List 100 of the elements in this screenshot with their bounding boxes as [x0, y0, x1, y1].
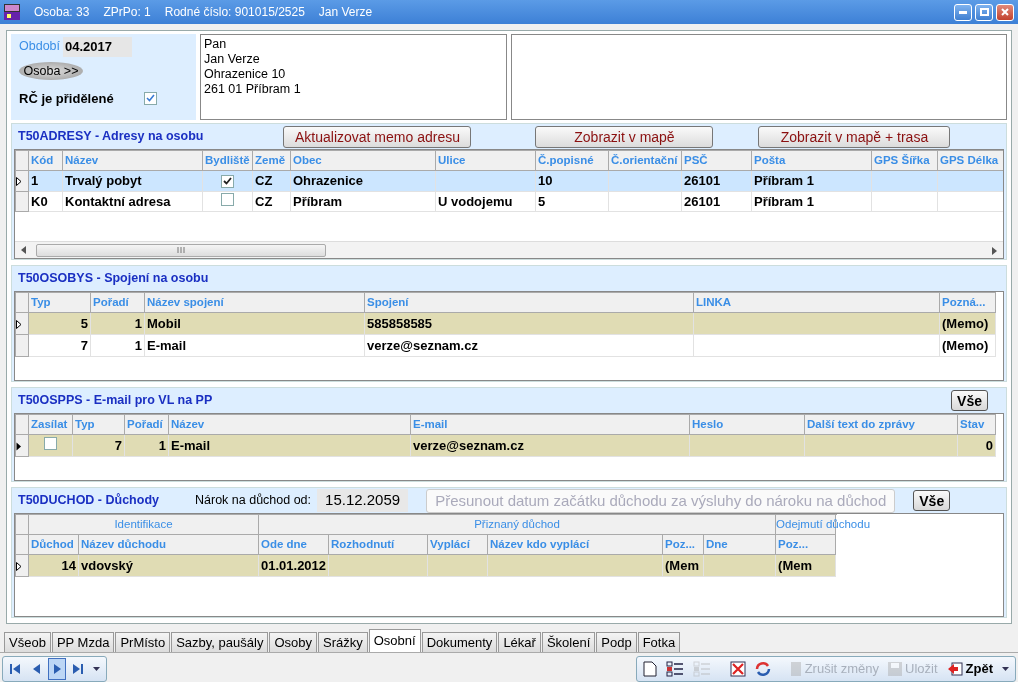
column-header[interactable]: GPS Šířka [871, 150, 938, 171]
next-record-button[interactable] [48, 657, 66, 680]
minimize-button[interactable] [954, 3, 972, 21]
tab[interactable]: Lékař [498, 632, 541, 652]
update-memo-button[interactable]: Aktualizovat memo adresu [283, 125, 472, 148]
tab[interactable]: Podp [596, 632, 637, 652]
table-cell: (Mem [778, 557, 812, 573]
maximize-icon [979, 8, 989, 16]
rc-checkbox[interactable] [143, 91, 157, 105]
column-header[interactable]: Stav [957, 414, 996, 435]
column-header[interactable]: Pozná... [939, 292, 996, 313]
table-cell: 7 [114, 437, 122, 453]
table-cell: 585858585 [367, 315, 433, 331]
column-header[interactable]: Pošta [751, 150, 872, 171]
arrow-left-icon[interactable] [21, 246, 26, 254]
column-header[interactable]: LINKA [693, 292, 940, 313]
close-button[interactable] [996, 3, 1014, 21]
table-cell: Kontaktní adresa [65, 193, 171, 209]
tab[interactable]: Srážky [317, 632, 368, 652]
maximize-button[interactable] [975, 3, 993, 21]
column-header[interactable]: Typ [28, 292, 91, 313]
column-header[interactable]: Zasílat [28, 414, 73, 435]
column-header[interactable]: Název [168, 414, 411, 435]
list-icon [692, 660, 711, 677]
claim-label: Nárok na důchod od: [195, 492, 312, 510]
tab[interactable]: PP Mzda [51, 632, 115, 652]
column-header[interactable]: Č.orientační [608, 150, 682, 171]
close-icon [1001, 8, 1009, 16]
column-group-header: Odejmutí důchodu [776, 517, 871, 530]
column-header[interactable]: E-mail [410, 414, 690, 435]
all-button[interactable]: Vše [913, 490, 951, 511]
tab[interactable]: Školení [541, 632, 596, 652]
address-line: Ohrazenice 10 [204, 67, 287, 82]
tab[interactable]: Sazby, paušály [171, 632, 269, 652]
tab[interactable]: PrMísto [115, 632, 171, 652]
section-title: T50DUCHOD - Důchody [17, 492, 160, 510]
table-cell: 1 [31, 173, 39, 188]
column-header[interactable]: GPS Délka [937, 150, 1003, 171]
column-header[interactable]: Typ [72, 414, 125, 435]
column-header[interactable]: Název [62, 150, 203, 171]
column-header[interactable]: Bydliště [202, 150, 253, 171]
table-cell: 1 [134, 337, 142, 353]
window-title: Jan Verze [318, 4, 373, 21]
period-label: Období [19, 38, 60, 56]
column-header[interactable]: Pořadí [124, 414, 169, 435]
osoba-button[interactable]: Osoba >> [19, 61, 83, 80]
minimize-icon [959, 10, 967, 14]
tab[interactable]: Osobní [368, 629, 421, 652]
column-header[interactable]: Země [252, 150, 291, 171]
all-button[interactable]: Vše [951, 390, 988, 411]
column-header[interactable]: Kód [28, 150, 63, 171]
section-title: T50ADRESY - Adresy na osobu [17, 128, 205, 146]
column-header[interactable]: Další text do zprávy [804, 414, 958, 435]
checkbox[interactable] [221, 192, 234, 206]
horizontal-scrollbar[interactable] [15, 241, 1003, 258]
column-header[interactable]: Heslo [689, 414, 805, 435]
row-pointer-icon [16, 441, 22, 451]
table-row[interactable]: 1 Trvalý pobyt CZ Ohrazenice 10 26101 Příbram 1 [15, 170, 1003, 191]
map-button[interactable]: Zobrazit v mapě [535, 125, 714, 148]
table-cell: 5 [538, 193, 546, 209]
arrow-right-icon[interactable] [992, 246, 997, 255]
table-cell: CZ [255, 193, 273, 209]
column-header[interactable]: Pořadí [90, 292, 145, 313]
table-cell: Příbram 1 [754, 193, 814, 209]
table-cell: (Mem [665, 557, 699, 573]
column-group-header: Identifikace [114, 517, 173, 530]
table-cell: E-mail [171, 437, 210, 453]
column-header[interactable]: Ulice [435, 150, 536, 171]
column-header[interactable]: Obec [290, 150, 436, 171]
table-row[interactable]: 14 vdovský 01.01.2012 (Mem (Mem [15, 554, 836, 577]
check-icon [223, 177, 232, 185]
back-button[interactable]: Zpět [943, 657, 996, 680]
table-row[interactable]: 7 1 E-mail verze@seznam.cz 0 [15, 434, 996, 457]
table-row[interactable]: K0 Kontaktní adresa CZ Příbram U vodojemu 5 26101 Příbram 1 [15, 191, 1003, 212]
map-button[interactable]: Zobrazit v mapě + trasa [758, 125, 951, 148]
table-cell: U vodojemu [438, 193, 513, 209]
column-header[interactable]: Spojení [364, 292, 694, 313]
table-cell: CZ [255, 173, 273, 188]
new-document-icon [642, 660, 657, 677]
column-header[interactable]: Č.popisné [535, 150, 609, 171]
tab[interactable]: Fotka [637, 632, 681, 652]
table-cell: Příbram [293, 193, 343, 209]
checkbox[interactable] [44, 436, 57, 450]
save-icon [888, 661, 903, 676]
column-header[interactable]: PSČ [681, 150, 752, 171]
table-cell: verze@seznam.cz [413, 437, 524, 453]
tab[interactable]: Dokumenty [421, 632, 498, 652]
column-header[interactable]: Název spojení [144, 292, 365, 313]
delete-icon [729, 660, 746, 677]
tab[interactable]: Všeob [4, 632, 51, 652]
table-cell: K0 [31, 193, 48, 209]
checkbox[interactable] [221, 174, 234, 188]
table-row[interactable]: 7 1 E-mail verze@seznam.cz (Memo) [15, 334, 996, 357]
claim-date: 15.12.2059 [317, 489, 409, 512]
tab[interactable]: Osoby [269, 632, 317, 652]
table-cell: 01.01.2012 [261, 557, 327, 573]
list-icon [665, 660, 684, 677]
section-title: T50OSPPS - E-mail pro VL na PP [17, 392, 214, 410]
table-cell: 1 [158, 437, 166, 453]
table-row[interactable]: 5 1 Mobil 585858585 (Memo) [15, 312, 996, 335]
